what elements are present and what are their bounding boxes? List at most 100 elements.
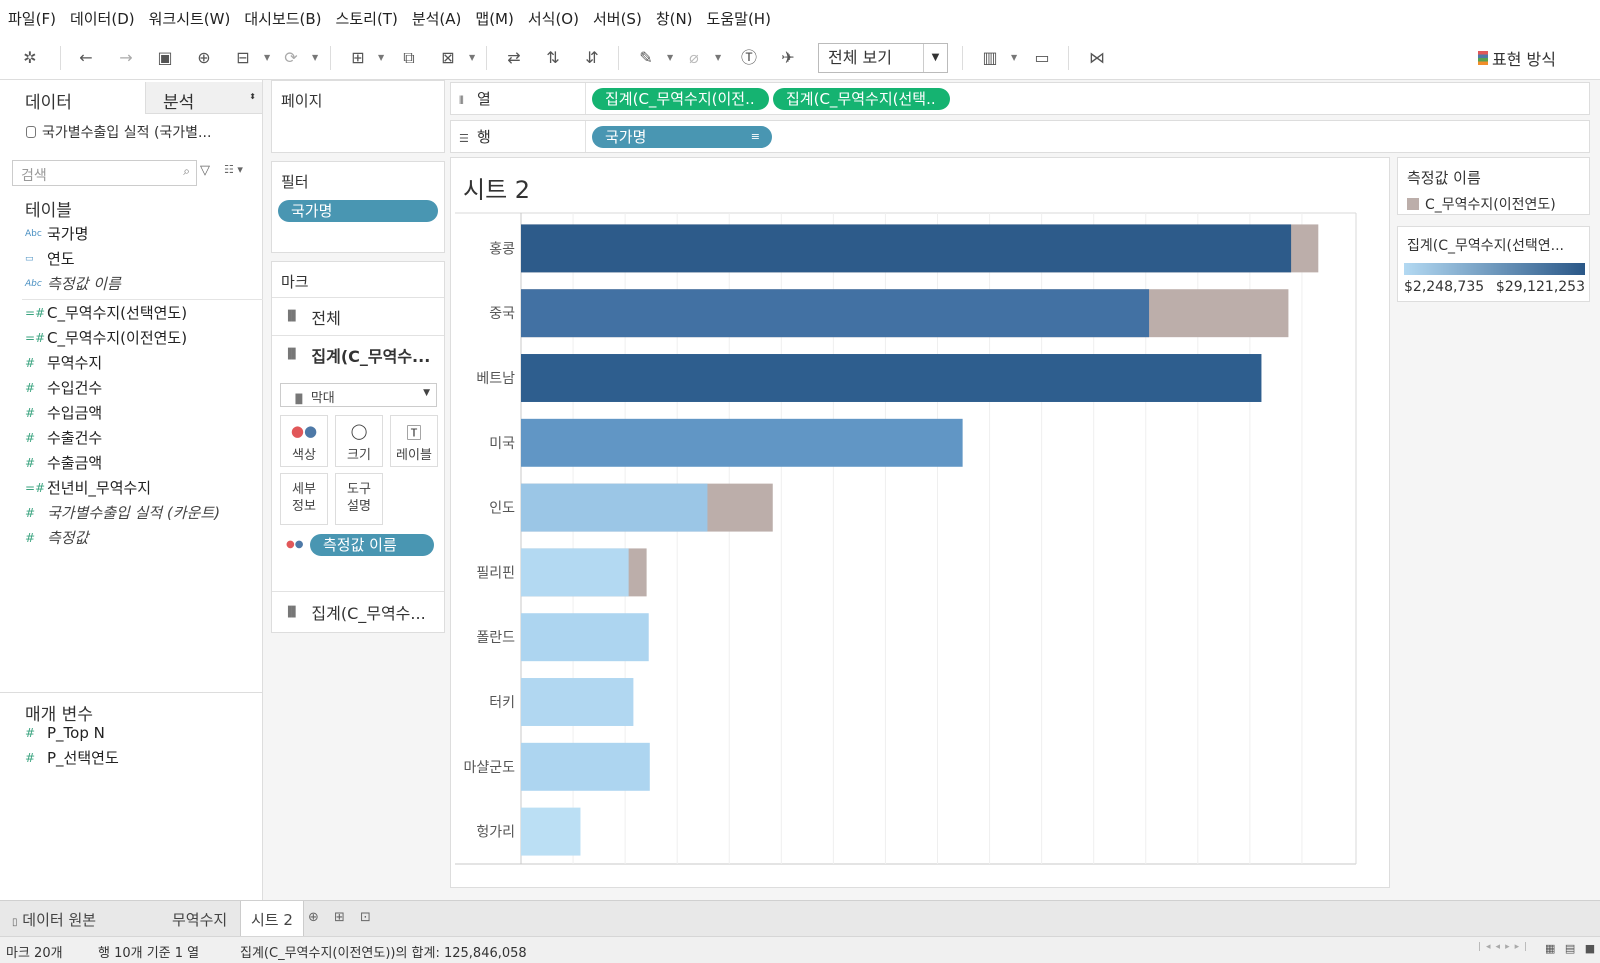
new-story-icon[interactable]: ⊡ (360, 910, 371, 925)
menu-map[interactable]: 맵(M) (475, 8, 513, 29)
field-import-amount[interactable]: # 수입금액 (25, 400, 102, 425)
duplicate-sheet-icon[interactable]: ⧉ (397, 46, 421, 70)
menu-worksheet[interactable]: 워크시트(W) (149, 8, 231, 29)
chevron-down-icon[interactable]: ▼ (378, 46, 384, 70)
param-selected-year[interactable]: # P_선택연도 (25, 745, 119, 770)
menu-data[interactable]: 데이터(D) (70, 8, 135, 29)
bar-chart[interactable]: 홍콩중국베트남미국인도필리핀폴란드터키마샬군도헝가리 (451, 158, 1391, 889)
new-dashboard-icon[interactable]: ⊞ (334, 910, 345, 925)
menu-file[interactable]: 파일(F) (8, 8, 56, 29)
sort-ascending-icon[interactable]: ⇅ (541, 46, 565, 70)
field-yoy-trade[interactable]: =# 전년비_무역수지 (25, 475, 151, 500)
label-button[interactable]: 🅃 레이블 (390, 415, 438, 467)
pause-updates-icon[interactable]: ⊟ (231, 46, 255, 70)
undo-icon[interactable]: ← (74, 46, 98, 70)
chevron-down-icon[interactable]: ▼ (469, 46, 475, 70)
chevron-down-icon[interactable]: ▼ (312, 46, 318, 70)
color-pill-measure-names[interactable]: 측정값 이름 (310, 534, 434, 556)
menu-format[interactable]: 서식(O) (528, 8, 579, 29)
field-import-count[interactable]: # 수입건수 (25, 375, 102, 400)
bar-selected-year[interactable] (521, 548, 629, 597)
chevron-updown-icon[interactable]: ⬍ (249, 92, 256, 101)
tab-data[interactable]: 데이터 (0, 82, 145, 114)
search-input[interactable]: 검색 ⌕ (12, 160, 197, 186)
bar-selected-year[interactable] (521, 224, 1292, 273)
param-top-n[interactable]: # P_Top N (25, 720, 105, 745)
field-year[interactable]: ▭ 연도 (25, 246, 75, 271)
menu-help[interactable]: 도움말(H) (707, 8, 771, 29)
swap-rows-columns-icon[interactable]: ⇄ (502, 46, 526, 70)
color-button[interactable]: ●● 색상 (280, 415, 328, 467)
tooltip-button[interactable]: 도구 설명 (335, 473, 383, 525)
sort-descending-icon[interactable]: ⇵ (580, 46, 604, 70)
sheet-tab-sheet2[interactable]: 시트 2 (240, 901, 304, 937)
color-ramp-legend[interactable]: 집계(C_무역수지(선택연... $2,248,735 $29,121,253 (1397, 226, 1590, 302)
field-measure-values[interactable]: # 측정값 (25, 525, 88, 550)
bar-selected-year[interactable] (521, 289, 1150, 338)
datasource-tab[interactable]: ▯ 데이터 원본 (12, 901, 96, 937)
clear-sheet-icon[interactable]: ⊠ (436, 46, 460, 70)
field-export-amount[interactable]: # 수출금액 (25, 450, 102, 475)
datasource-item[interactable]: 국가별수출입 실적 (국가별... (26, 122, 211, 142)
bar-selected-year[interactable] (521, 418, 963, 467)
field-country[interactable]: Abc 국가명 (25, 221, 88, 246)
row-pill-country[interactable]: 국가명 ≡ (592, 126, 772, 148)
filters-card[interactable]: 필터 국가명 (271, 161, 445, 253)
marks-layer2-tab[interactable]: ▐▌ 집계(C_무역수... (272, 591, 444, 632)
show-hide-cards-icon[interactable]: ▥ (978, 46, 1002, 70)
group-members-icon[interactable]: ⌀ (682, 46, 706, 70)
field-c-trade-selected[interactable]: =# C_무역수지(선택연도) (25, 300, 187, 325)
chevron-down-icon[interactable]: ▼ (264, 46, 270, 70)
rows-shelf[interactable]: ☰ 행 국가명 ≡ (450, 120, 1590, 153)
menu-story[interactable]: 스토리(T) (336, 8, 398, 29)
column-pill-previous-year[interactable]: 집계(C_무역수지(이전.. (592, 88, 769, 110)
presentation-mode-icon[interactable]: ▭ (1030, 46, 1054, 70)
bar-selected-year[interactable] (521, 678, 634, 726)
columns-shelf[interactable]: ⦀ 열 집계(C_무역수지(이전.. 집계(C_무역수지(선택.. (450, 82, 1590, 115)
marks-all-tab[interactable]: ▐▌ 전체 (272, 297, 444, 335)
field-export-count[interactable]: # 수출건수 (25, 425, 102, 450)
size-button[interactable]: ◯ 크기 (335, 415, 383, 467)
chevron-down-icon[interactable]: ▼ (715, 46, 721, 70)
menu-analysis[interactable]: 분석(A) (412, 8, 462, 29)
filter-pill-country[interactable]: 국가명 (278, 200, 438, 222)
column-pill-selected-year[interactable]: 집계(C_무역수지(선택.. (773, 88, 950, 110)
field-c-trade-previous[interactable]: =# C_무역수지(이전연도) (25, 325, 187, 350)
bar-selected-year[interactable] (521, 807, 581, 856)
bar-selected-year[interactable] (521, 483, 708, 532)
filter-icon[interactable]: ▽ (200, 163, 210, 178)
tab-analysis[interactable]: 분석 ⬍ (145, 82, 262, 114)
marks-layer1-tab[interactable]: ▐▌ 집계(C_무역수... (272, 335, 444, 373)
save-icon[interactable]: ▣ (153, 46, 177, 70)
field-trade-balance[interactable]: # 무역수지 (25, 350, 102, 375)
bar-selected-year[interactable] (521, 613, 649, 662)
sheet-navigation-icon[interactable]: |◂◂▸▸| (1478, 942, 1532, 952)
sheet-view-icon[interactable]: ▦ ▤ ■ (1545, 942, 1598, 955)
chevron-down-icon[interactable]: ▼ (667, 46, 673, 70)
new-worksheet-icon[interactable]: ⊞ (346, 46, 370, 70)
menu-server[interactable]: 서버(S) (593, 8, 642, 29)
tableau-logo-icon[interactable]: ✲ (18, 46, 42, 70)
show-me-button[interactable]: 표현 방식 (1478, 46, 1556, 70)
highlight-icon[interactable]: ✎ (634, 46, 658, 70)
bar-selected-year[interactable] (521, 742, 650, 791)
new-datasource-icon[interactable]: ⊕ (192, 46, 216, 70)
fix-axes-icon[interactable]: ✈ (776, 46, 800, 70)
refresh-icon[interactable]: ⟳ (279, 46, 303, 70)
pages-card[interactable]: 페이지 (271, 80, 445, 153)
share-icon[interactable]: ⋈ (1085, 46, 1109, 70)
redo-icon[interactable]: → (114, 46, 138, 70)
chevron-down-icon[interactable]: ▼ (1011, 46, 1017, 70)
field-measure-names[interactable]: Abc 측정값 이름 (25, 271, 121, 296)
view-options-icon[interactable]: ☷ ▾ (224, 163, 243, 176)
bar-selected-year[interactable] (521, 354, 1262, 402)
field-count[interactable]: # 국가별수출입 실적 (카운트) (25, 500, 220, 525)
sheet-tab-trade[interactable]: 무역수지 (172, 901, 227, 937)
measure-names-legend[interactable]: 측정값 이름 C_무역수지(이전연도) (1397, 157, 1590, 215)
new-worksheet-icon[interactable]: ⊕ (308, 910, 319, 925)
detail-button[interactable]: 세부 정보 (280, 473, 328, 525)
menu-window[interactable]: 창(N) (656, 8, 693, 29)
menu-dashboard[interactable]: 대시보드(B) (244, 8, 321, 29)
fit-dropdown[interactable]: 전체 보기 ▼ (818, 43, 948, 73)
mark-type-dropdown[interactable]: ▐▌ 막대 ▼ (280, 383, 437, 407)
